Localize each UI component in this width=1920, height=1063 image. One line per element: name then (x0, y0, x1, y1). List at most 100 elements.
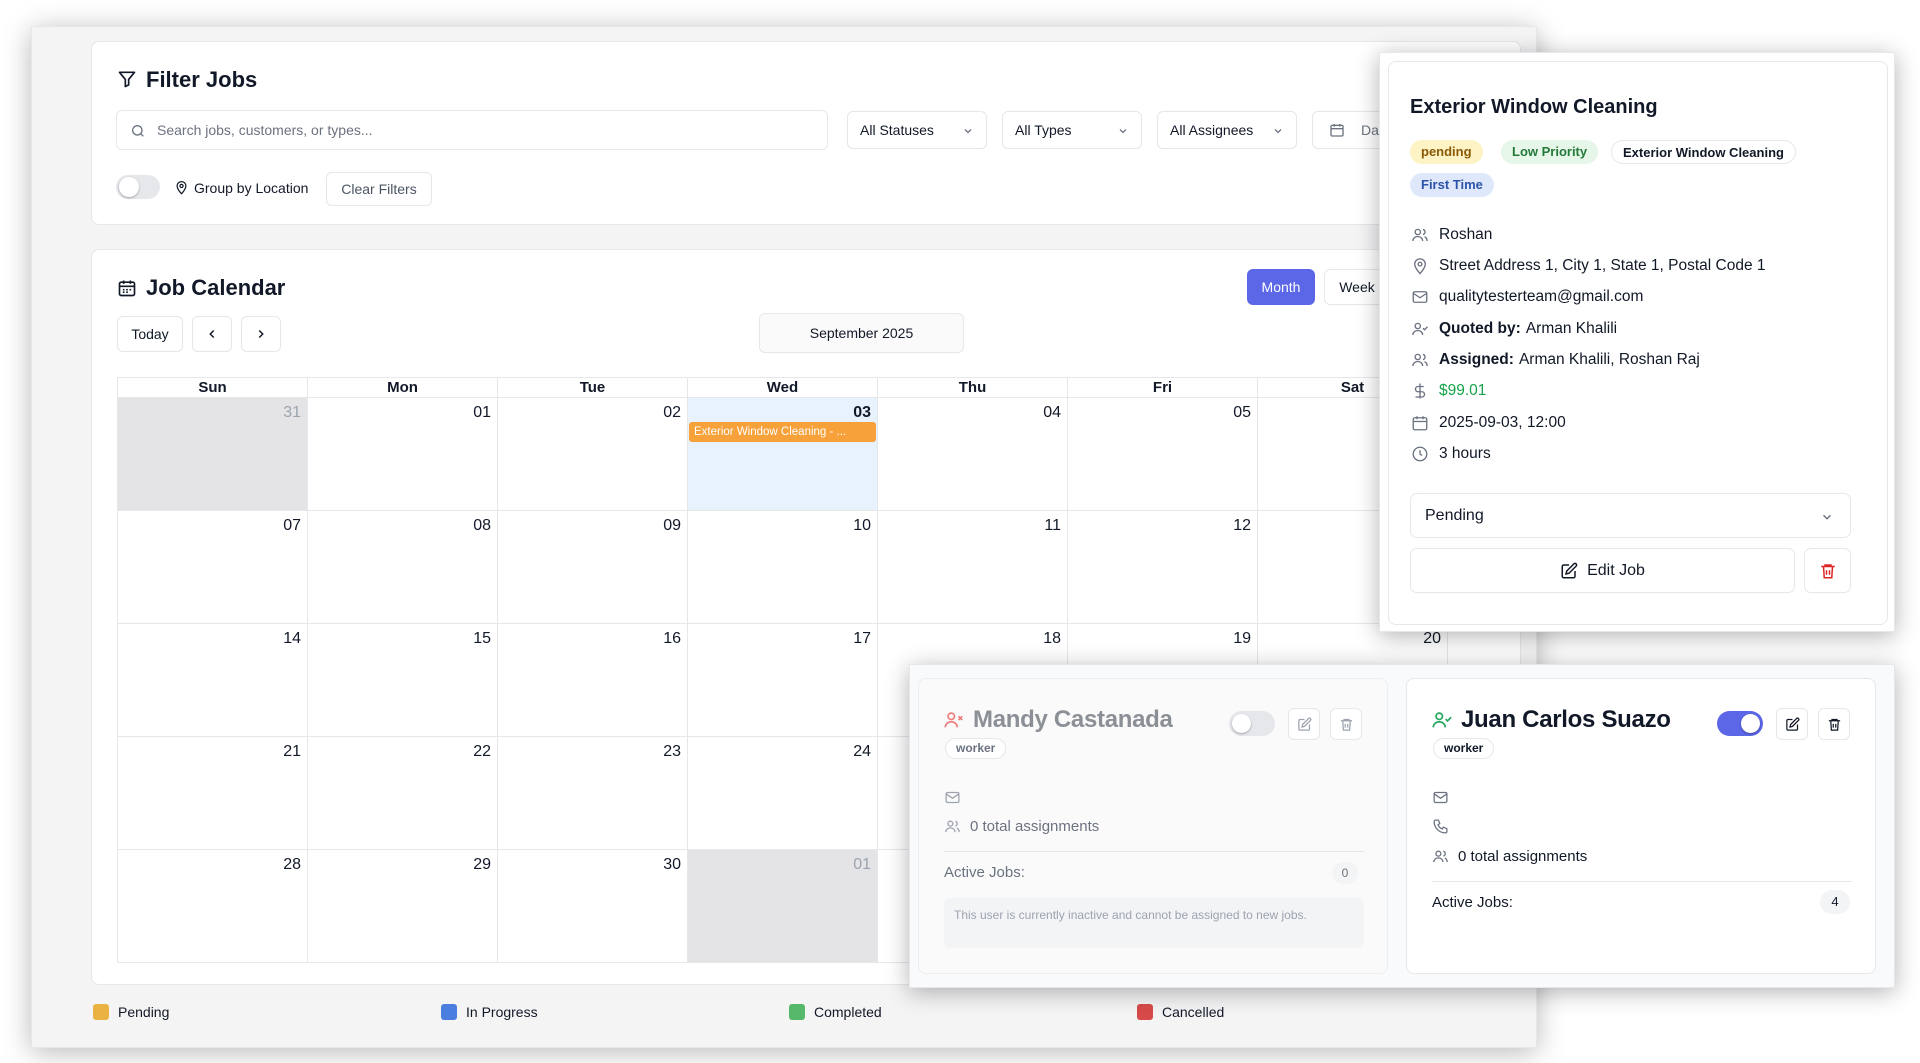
group-by-location-toggle[interactable] (116, 175, 160, 199)
worker-active-toggle[interactable] (1717, 711, 1763, 736)
today-button[interactable]: Today (117, 316, 183, 352)
day-number: 21 (283, 743, 301, 760)
datetime-row: 2025-09-03, 12:00 (1411, 414, 1566, 432)
day-cell[interactable]: 02 (498, 398, 688, 511)
calendar-title: Job Calendar (146, 275, 286, 300)
filter-card: Filter Jobs Search jobs, customers, or t… (91, 41, 1521, 225)
active-jobs-label: Active Jobs: (1432, 894, 1513, 911)
active-jobs-count: 0 (1332, 862, 1358, 884)
worker-role-badge: worker (1433, 738, 1495, 759)
day-cell[interactable]: 31 (118, 398, 308, 511)
customer-row: Roshan (1411, 226, 1492, 244)
active-jobs-label: Active Jobs: (944, 864, 1025, 881)
day-cell[interactable]: 11 (878, 511, 1068, 624)
day-cell[interactable]: 22 (308, 737, 498, 850)
prev-month-button[interactable] (192, 316, 232, 352)
quoted-by-value: Arman Khalili (1525, 320, 1618, 337)
delete-job-button[interactable] (1804, 548, 1851, 593)
next-month-button[interactable] (241, 316, 281, 352)
day-cell[interactable]: 12 (1068, 511, 1258, 624)
day-number: 02 (663, 404, 681, 421)
filter-title: Filter Jobs (146, 67, 258, 92)
day-cell[interactable]: 15 (308, 624, 498, 737)
status-select[interactable]: All Statuses (847, 111, 987, 149)
day-cell[interactable]: 09 (498, 511, 688, 624)
delete-worker-button[interactable] (1818, 708, 1850, 740)
dollar-icon (1411, 382, 1439, 400)
day-number: 17 (853, 630, 871, 647)
day-cell[interactable]: 10 (688, 511, 878, 624)
group-by-location-label: Group by Location (194, 180, 309, 196)
worker-active-toggle[interactable] (1229, 711, 1275, 736)
day-cell[interactable]: 23 (498, 737, 688, 850)
day-number: 03 (853, 404, 871, 421)
edit-icon (1785, 717, 1800, 732)
calendar-event[interactable]: Exterior Window Cleaning - ... (689, 422, 876, 442)
trash-icon (1339, 717, 1354, 732)
day-cell[interactable]: 29 (308, 850, 498, 963)
job-status-select[interactable]: Pending (1410, 493, 1851, 538)
calendar-icon (1329, 122, 1345, 138)
month-view-button[interactable]: Month (1247, 269, 1315, 305)
weekday-header: Tue (498, 378, 688, 398)
legend-item: In Progress (441, 1004, 538, 1020)
day-cell[interactable]: 17 (688, 624, 878, 737)
quoted-by-row: Quoted by: Arman Khalili (1411, 320, 1617, 338)
day-cell[interactable]: 01 (688, 850, 878, 963)
day-number: 01 (473, 404, 491, 421)
assignee-select[interactable]: All Assignees (1157, 111, 1297, 149)
day-cell[interactable]: 16 (498, 624, 688, 737)
legend-swatch (789, 1004, 805, 1020)
trash-icon (1819, 562, 1837, 580)
edit-job-button[interactable]: Edit Job (1410, 548, 1795, 593)
phone-icon (1432, 818, 1449, 835)
day-number: 08 (473, 517, 491, 534)
day-number: 09 (663, 517, 681, 534)
day-cell[interactable]: 28 (118, 850, 308, 963)
day-number: 29 (473, 856, 491, 873)
day-cell[interactable]: 24 (688, 737, 878, 850)
calendar-icon (1411, 414, 1439, 432)
priority-badge: Low Priority (1501, 140, 1599, 164)
day-number: 23 (663, 743, 681, 760)
job-detail-popover (1379, 52, 1895, 632)
address-text: Street Address 1, City 1, State 1, Posta… (1439, 257, 1766, 274)
assignment-count: 0 total assignments (1458, 848, 1588, 865)
day-cell[interactable]: 05 (1068, 398, 1258, 511)
day-number: 22 (473, 743, 491, 760)
legend-label: Pending (118, 1004, 170, 1020)
edit-worker-button[interactable] (1288, 708, 1320, 740)
clear-filters-button[interactable]: Clear Filters (326, 172, 432, 206)
chevron-down-icon (1117, 125, 1129, 137)
legend-item: Pending (93, 1004, 169, 1020)
day-number: 11 (1044, 517, 1061, 534)
first-time-badge: First Time (1410, 173, 1494, 197)
users-icon (1411, 351, 1439, 369)
inactive-note-text: This user is currently inactive and cann… (954, 908, 1307, 922)
day-number: 30 (663, 856, 681, 873)
day-number: 28 (283, 856, 301, 873)
email-text: qualitytesterteam@gmail.com (1439, 288, 1644, 305)
legend-swatch (1137, 1004, 1153, 1020)
day-cell[interactable]: 21 (118, 737, 308, 850)
day-cell[interactable]: 01 (308, 398, 498, 511)
day-cell[interactable]: 14 (118, 624, 308, 737)
day-cell[interactable]: 07 (118, 511, 308, 624)
day-number: 05 (1233, 404, 1251, 421)
edit-icon (1560, 562, 1578, 580)
worker-role-badge: worker (945, 738, 1007, 759)
day-cell[interactable]: 03 (688, 398, 878, 511)
day-cell[interactable]: 08 (308, 511, 498, 624)
chevron-down-icon (962, 125, 974, 137)
day-cell[interactable]: 30 (498, 850, 688, 963)
delete-worker-button[interactable] (1330, 708, 1362, 740)
legend-item: Completed (789, 1004, 882, 1020)
day-cell[interactable]: 04 (878, 398, 1068, 511)
map-pin-icon (1411, 257, 1439, 275)
chevron-right-icon (254, 327, 268, 341)
search-input[interactable]: Search jobs, customers, or types... (116, 110, 828, 150)
type-select[interactable]: All Types (1002, 111, 1142, 149)
weekday-header: Thu (878, 378, 1068, 398)
day-number: 07 (283, 517, 301, 534)
edit-worker-button[interactable] (1776, 708, 1808, 740)
